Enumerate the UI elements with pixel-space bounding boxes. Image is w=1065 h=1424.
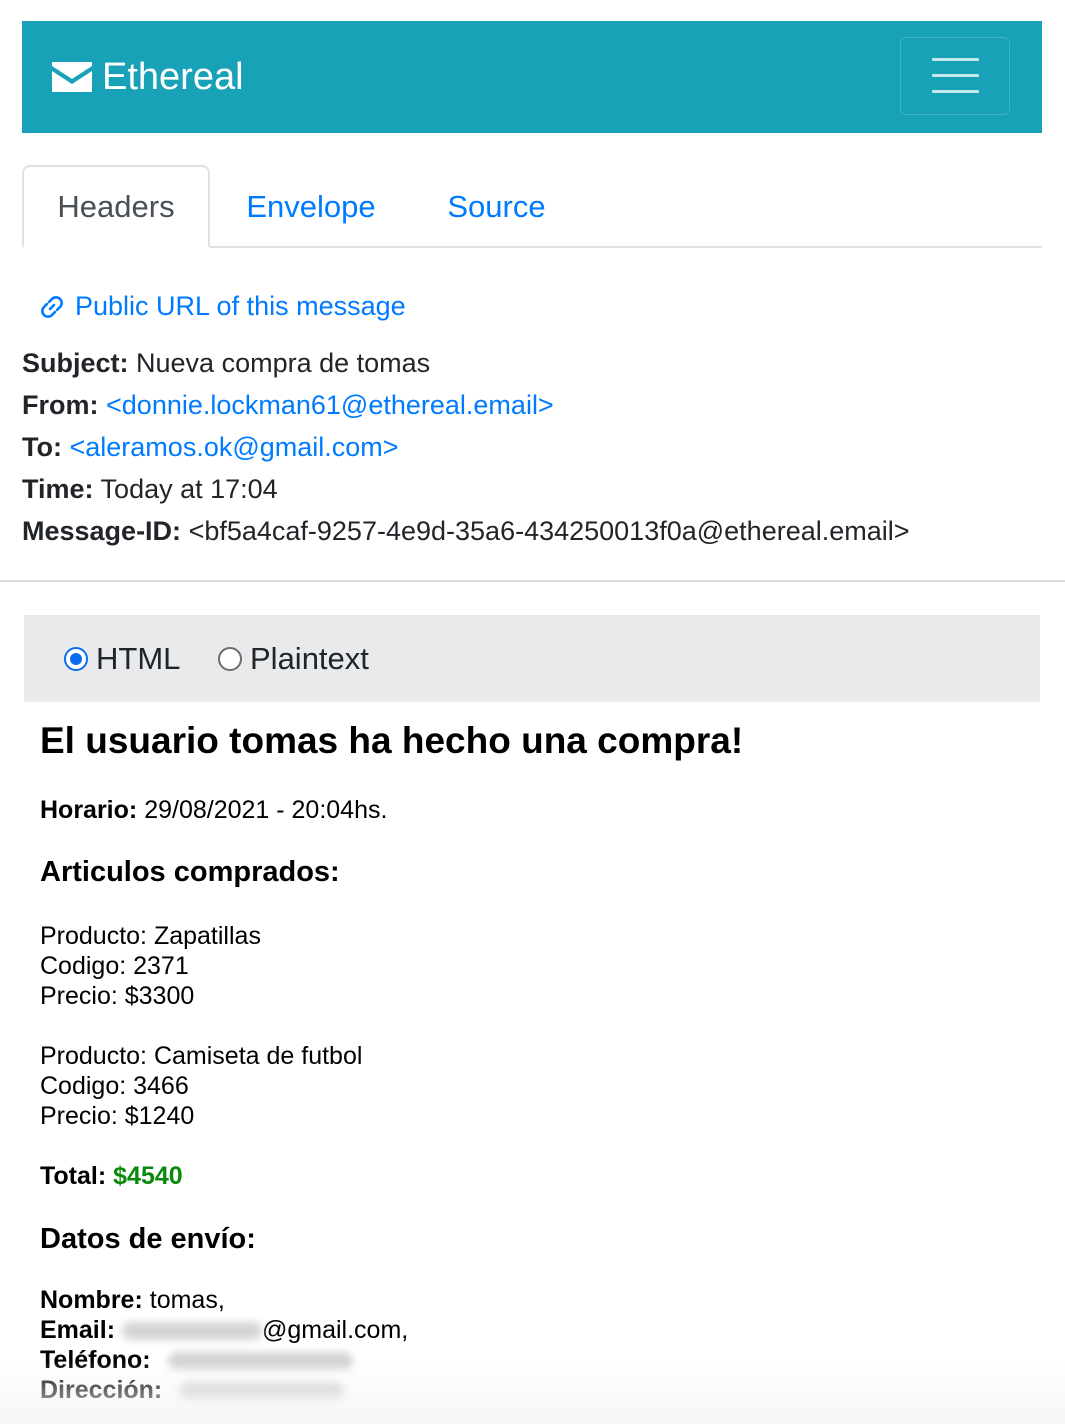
link-icon — [41, 295, 63, 318]
to-label: To: — [22, 432, 62, 462]
redacted-email-user — [121, 1322, 262, 1341]
html-view-label: HTML — [96, 640, 181, 676]
from-row: From: <donnie.lockman61@ethereal.email> — [22, 390, 554, 421]
message-id-value: <bf5a4caf-9257-4e9d-35a6-434250013f0a@et… — [188, 516, 910, 546]
item-1-codigo: Codigo: 2371 — [40, 952, 189, 980]
email-label: Email: — [40, 1316, 116, 1344]
articles-heading: Articulos comprados: — [40, 856, 340, 888]
item-2-codigo: Codigo: 3466 — [40, 1072, 189, 1100]
tab-envelope[interactable]: Envelope — [233, 165, 389, 248]
to-row: To: <aleramos.ok@gmail.com> — [22, 432, 399, 463]
horario-label: Horario: — [40, 796, 138, 824]
redacted-phone — [167, 1352, 353, 1371]
time-row: Time: Today at 17:04 — [22, 474, 278, 505]
shipping-nombre: Nombre: tomas, — [40, 1286, 225, 1315]
from-address-link[interactable]: <donnie.lockman61@ethereal.email> — [106, 390, 554, 420]
total-value: $4540 — [113, 1162, 183, 1190]
time-label: Time: — [22, 474, 94, 504]
redacted-address — [179, 1382, 345, 1401]
menu-toggle-button[interactable] — [900, 37, 1010, 115]
radio-selected-icon[interactable] — [64, 646, 88, 671]
envelope-icon — [52, 62, 92, 92]
subject-value: Nueva compra de tomas — [136, 348, 431, 378]
email-title: El usuario tomas ha hecho una compra! — [40, 720, 744, 761]
horario-line: Horario: 29/08/2021 - 20:04hs. — [40, 796, 387, 825]
from-label: From: — [22, 390, 99, 420]
brand-link[interactable]: Ethereal — [52, 21, 244, 133]
shipping-email: Email: @gmail.com, — [40, 1316, 408, 1345]
to-address-link[interactable]: <aleramos.ok@gmail.com> — [70, 432, 399, 462]
telefono-label: Teléfono: — [40, 1346, 151, 1374]
email-domain: @gmail.com, — [261, 1316, 409, 1344]
item-1-producto: Producto: Zapatillas — [40, 922, 261, 950]
tab-source[interactable]: Source — [434, 165, 559, 248]
public-url-label: Public URL of this message — [75, 291, 406, 321]
nombre-label: Nombre: — [40, 1286, 143, 1314]
total-label: Total: — [40, 1162, 107, 1190]
horario-value: 29/08/2021 - 20:04hs. — [144, 796, 388, 824]
divider — [0, 580, 1065, 582]
message-id-label: Message-ID: — [22, 516, 182, 546]
item-2-producto: Producto: Camiseta de futbol — [40, 1042, 363, 1070]
shipping-telefono: Teléfono: — [40, 1346, 353, 1375]
public-url-link[interactable]: Public URL of this message — [37, 291, 406, 322]
message-id-row: Message-ID: <bf5a4caf-9257-4e9d-35a6-434… — [22, 516, 910, 547]
brand-name: Ethereal — [102, 55, 244, 98]
direccion-label: Dirección: — [40, 1376, 163, 1404]
item-2-precio: Precio: $1240 — [40, 1102, 195, 1130]
plaintext-view-label: Plaintext — [250, 640, 369, 676]
navbar: Ethereal — [22, 21, 1042, 133]
tab-headers[interactable]: Headers — [22, 165, 210, 248]
plaintext-view-option[interactable]: Plaintext — [218, 615, 369, 702]
nombre-value: tomas, — [149, 1286, 225, 1314]
shipping-heading: Datos de envío: — [40, 1223, 256, 1255]
shipping-direccion: Dirección: — [40, 1376, 345, 1405]
time-value: Today at 17:04 — [100, 474, 278, 504]
html-view-option[interactable]: HTML — [64, 615, 180, 702]
total-line: Total: $4540 — [40, 1162, 183, 1191]
radio-unselected-icon[interactable] — [218, 646, 242, 671]
subject-label: Subject: — [22, 348, 129, 378]
message-tabs: Headers Envelope Source — [22, 165, 1042, 248]
subject-row: Subject: Nueva compra de tomas — [22, 348, 430, 379]
view-mode-bar: HTML Plaintext — [24, 615, 1040, 702]
item-1-precio: Precio: $3300 — [40, 982, 195, 1010]
